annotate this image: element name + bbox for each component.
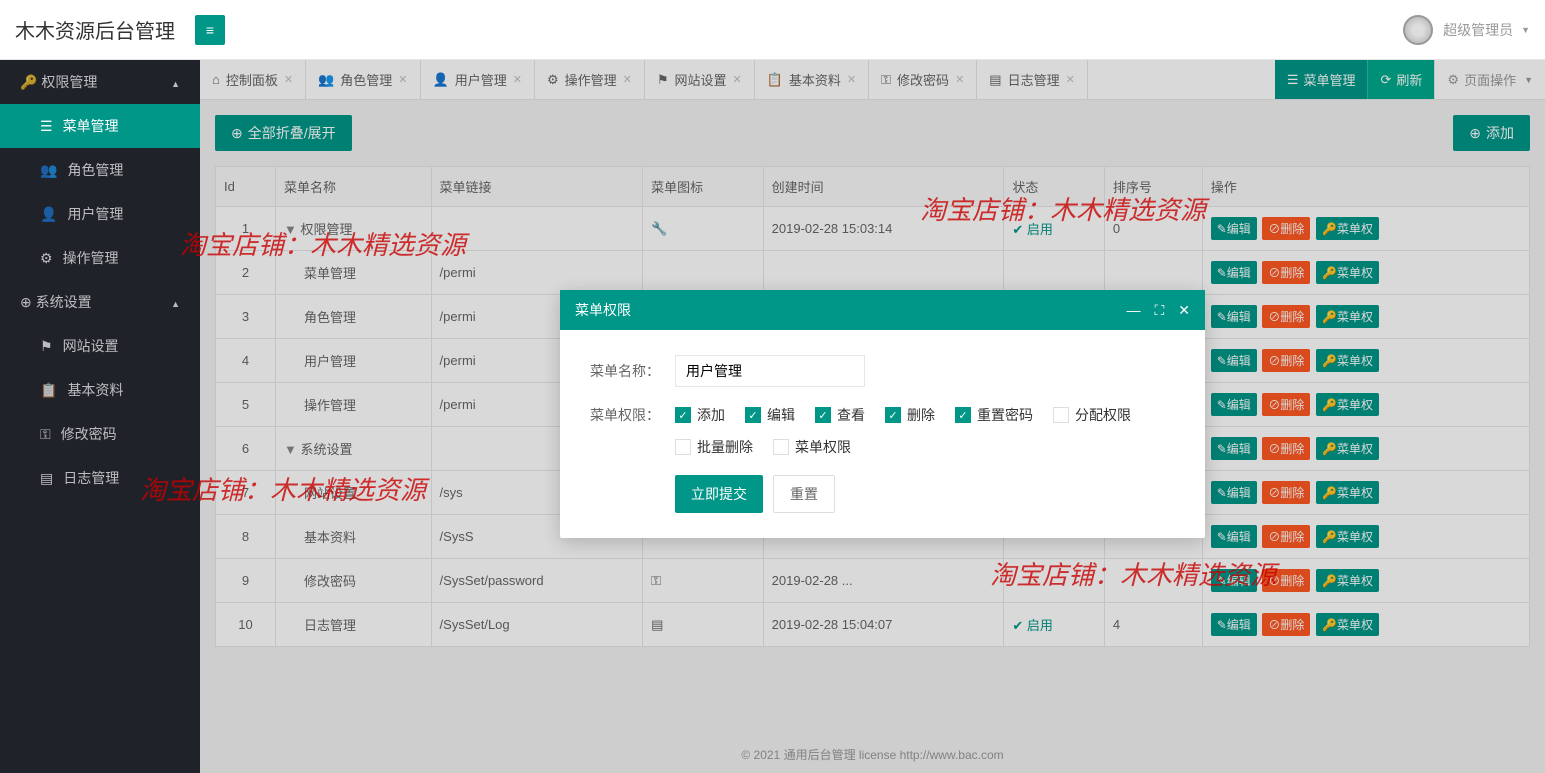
checkbox-label: 重置密码 bbox=[977, 405, 1033, 425]
permission-checkbox[interactable]: 批量删除 bbox=[675, 437, 753, 457]
sidebar-item[interactable]: 👤 用户管理 bbox=[0, 192, 200, 236]
user-dropdown[interactable]: 超级管理员 bbox=[1443, 20, 1530, 40]
sidebar-item-label: 菜单管理 bbox=[63, 116, 119, 136]
checkbox-label: 删除 bbox=[907, 405, 935, 425]
permission-checkbox[interactable]: ✓ 查看 bbox=[815, 405, 865, 425]
menu-icon: ⚑ bbox=[40, 338, 53, 355]
header-right: 超级管理员 bbox=[1403, 15, 1530, 45]
sidebar: 🔑 权限管理 ☰ 菜单管理 👥 角色管理 👤 用户管理 ⚙ 操作管理 ⊕ 系统设置 ⚑ 网站设置… bbox=[0, 60, 200, 773]
sidebar-item-label: 用户管理 bbox=[67, 204, 123, 224]
sidebar-item[interactable]: ⚑ 网站设置 bbox=[0, 324, 200, 368]
checkbox-icon: ✓ bbox=[885, 407, 901, 423]
menu-name-input[interactable] bbox=[675, 355, 865, 387]
key-icon: 🔑 bbox=[20, 74, 41, 90]
sidebar-item-label: 网站设置 bbox=[63, 336, 119, 356]
sidebar-group-system[interactable]: ⊕ 系统设置 bbox=[0, 280, 200, 324]
reset-button[interactable]: 重置 bbox=[773, 475, 835, 513]
checkbox-icon: ✓ bbox=[955, 407, 971, 423]
checkbox-icon: ✓ bbox=[675, 407, 691, 423]
chevron-up-icon bbox=[171, 74, 180, 90]
sidebar-item[interactable]: 👥 角色管理 bbox=[0, 148, 200, 192]
menu-toggle-button[interactable]: ≡ bbox=[195, 15, 225, 45]
sidebar-item[interactable]: 📋 基本资料 bbox=[0, 368, 200, 412]
sidebar-item-label: 基本资料 bbox=[67, 380, 123, 400]
sidebar-item-label: 日志管理 bbox=[63, 468, 119, 488]
checkbox-label: 分配权限 bbox=[1075, 405, 1131, 425]
sidebar-item-label: 操作管理 bbox=[63, 248, 119, 268]
minimize-icon[interactable]: ― bbox=[1126, 302, 1140, 318]
perm-label: 菜单权限： bbox=[590, 405, 660, 425]
checkbox-icon bbox=[773, 439, 789, 455]
submit-button[interactable]: 立即提交 bbox=[675, 475, 763, 513]
permission-dialog: 菜单权限 ― ⛶ ✕ 菜单名称： 菜单权限： ✓ 添加 ✓ 编辑 ✓ 查看 ✓ 删除 ✓ 重置密码… bbox=[560, 290, 1205, 538]
close-icon[interactable]: ✕ bbox=[1178, 302, 1190, 319]
menu-icon: ☰ bbox=[40, 118, 53, 135]
sidebar-item[interactable]: ⚿ 修改密码 bbox=[0, 412, 200, 456]
avatar[interactable] bbox=[1403, 15, 1433, 45]
sidebar-group-label: 权限管理 bbox=[41, 74, 97, 90]
checkbox-label: 编辑 bbox=[767, 405, 795, 425]
sidebar-item[interactable]: ☰ 菜单管理 bbox=[0, 104, 200, 148]
hamburger-icon: ≡ bbox=[206, 22, 214, 38]
menu-icon: 👥 bbox=[40, 162, 57, 179]
dialog-title-text: 菜单权限 bbox=[575, 300, 631, 320]
permission-checkbox[interactable]: ✓ 编辑 bbox=[745, 405, 795, 425]
checkbox-label: 添加 bbox=[697, 405, 725, 425]
header: 木木资源后台管理 ≡ 超级管理员 bbox=[0, 0, 1545, 60]
dialog-titlebar: 菜单权限 ― ⛶ ✕ bbox=[560, 290, 1205, 330]
menu-icon: ⚙ bbox=[40, 250, 53, 267]
checkbox-icon: ✓ bbox=[745, 407, 761, 423]
menu-icon: 📋 bbox=[40, 382, 57, 399]
user-name-label: 超级管理员 bbox=[1443, 20, 1513, 40]
sidebar-item-label: 修改密码 bbox=[61, 424, 117, 444]
checkbox-label: 查看 bbox=[837, 405, 865, 425]
menu-icon: 👤 bbox=[40, 206, 57, 223]
permission-checkbox[interactable]: ✓ 添加 bbox=[675, 405, 725, 425]
logo: 木木资源后台管理 bbox=[15, 15, 195, 44]
sidebar-group-permission[interactable]: 🔑 权限管理 bbox=[0, 60, 200, 104]
permission-checkbox[interactable]: ✓ 删除 bbox=[885, 405, 935, 425]
permission-checkbox[interactable]: 菜单权限 bbox=[773, 437, 851, 457]
checkbox-icon bbox=[1053, 407, 1069, 423]
sidebar-item-label: 角色管理 bbox=[67, 160, 123, 180]
checkbox-label: 批量删除 bbox=[697, 437, 753, 457]
maximize-icon[interactable]: ⛶ bbox=[1154, 302, 1164, 319]
chevron-up-icon bbox=[171, 294, 180, 310]
checkbox-label: 菜单权限 bbox=[795, 437, 851, 457]
sidebar-group-label: 系统设置 bbox=[36, 294, 92, 310]
sidebar-item[interactable]: ⚙ 操作管理 bbox=[0, 236, 200, 280]
menu-icon: ⚿ bbox=[40, 426, 51, 443]
permission-checkbox[interactable]: ✓ 重置密码 bbox=[955, 405, 1033, 425]
name-label: 菜单名称： bbox=[590, 361, 660, 381]
sidebar-item[interactable]: ▤ 日志管理 bbox=[0, 456, 200, 500]
permission-checkbox[interactable]: 分配权限 bbox=[1053, 405, 1131, 425]
checkbox-icon bbox=[675, 439, 691, 455]
checkbox-icon: ✓ bbox=[815, 407, 831, 423]
menu-icon: ▤ bbox=[40, 470, 53, 487]
globe-icon: ⊕ bbox=[20, 294, 36, 310]
